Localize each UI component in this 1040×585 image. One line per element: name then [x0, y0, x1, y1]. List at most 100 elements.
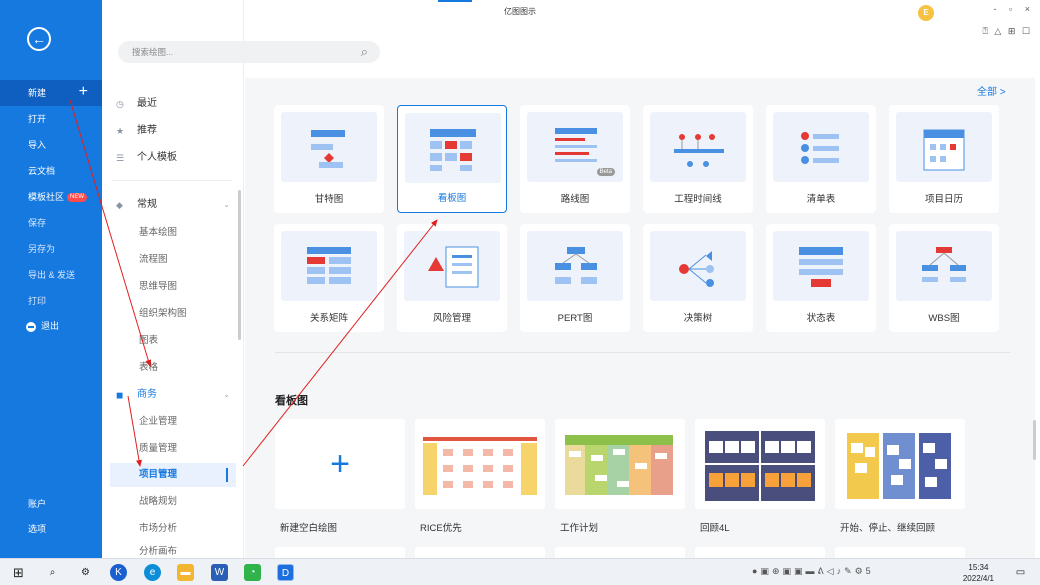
wechat-icon[interactable]: ◔ [244, 564, 261, 581]
menu-print-label: 打印 [28, 296, 47, 306]
template-card[interactable]: Beta 路线图 [520, 105, 630, 213]
template-thumb [650, 112, 746, 182]
rice-card[interactable] [415, 419, 545, 509]
template-card[interactable]: 状态表 [766, 224, 876, 332]
nav-item-canvas[interactable]: 分析画布 [102, 544, 244, 558]
nav-item-project-management[interactable]: 项目管理 [110, 463, 236, 487]
search-input[interactable]: 搜索绘图... ⌕ [118, 41, 380, 63]
menu-open[interactable]: 打开 [0, 106, 102, 132]
search-icon[interactable]: ⌕ [44, 564, 61, 581]
edraw-app-icon[interactable]: D [277, 564, 294, 581]
search-icon[interactable]: ⌕ [361, 41, 368, 63]
nav-business-label: 商务 [137, 389, 157, 400]
nav-item-table[interactable]: 表格 [102, 356, 244, 380]
template-label: 项目日历 [924, 194, 963, 205]
minimize-icon[interactable]: - [994, 4, 997, 14]
new-badge: NEW [67, 193, 88, 203]
nav-item-mindmap[interactable]: 思维导图 [102, 275, 244, 299]
work-plan-card[interactable] [555, 419, 685, 509]
template-card[interactable]: 风险管理 [397, 224, 507, 332]
clock-icon: ◷ [116, 99, 124, 109]
template-card[interactable]: 项目日历 [889, 105, 999, 213]
card-label: 开始、停止、继续回顾 [840, 523, 936, 534]
template-card[interactable]: PERT图 [520, 224, 630, 332]
nav-divider [112, 180, 232, 181]
settings-gear-icon[interactable]: ⚙ [77, 564, 94, 581]
menu-import-label: 导入 [28, 140, 47, 150]
nav-item-orgchart[interactable]: 组织架构图 [102, 302, 244, 326]
title-tab-indicator [438, 0, 472, 2]
template-label: 工程时间线 [674, 194, 722, 205]
nav-item-chart[interactable]: 图表 [102, 329, 244, 353]
card-label: 工作计划 [560, 523, 599, 534]
all-link[interactable]: 全部 > [977, 83, 1006, 98]
menu-export-send[interactable]: 导出 & 发送 [0, 262, 102, 288]
shirt-icon[interactable]: ☐ [1022, 26, 1030, 36]
retro-4l-card[interactable] [695, 419, 825, 509]
exit-icon [26, 321, 36, 332]
menu-save[interactable]: 保存 [0, 210, 102, 236]
bell-icon[interactable]: △ [994, 26, 1001, 36]
template-thumb [896, 112, 992, 182]
nav-item-flowchart[interactable]: 流程图 [102, 248, 244, 272]
plus-icon: + [330, 444, 350, 483]
template-card[interactable]: 关系矩阵 [274, 224, 384, 332]
menu-exit[interactable]: 退出 [0, 313, 102, 339]
system-tray[interactable]: ●▣⊕▣▣▬ᕕ◁♪✎⚙5 [752, 566, 874, 577]
menu-template-community[interactable]: 模板社区 NEW [0, 184, 102, 210]
window-controls[interactable]: - ▫ × [994, 4, 1031, 14]
clock[interactable]: 15:34 2022/4/1 [963, 562, 994, 584]
user-avatar[interactable]: E [918, 5, 934, 21]
clock-date: 2022/4/1 [962, 574, 994, 583]
beta-badge: Beta [596, 168, 615, 176]
menu-print[interactable]: 打印 [0, 288, 102, 314]
apps-icon[interactable]: ⊞ [1008, 26, 1016, 36]
nav-item-basic[interactable]: 基本绘图 [102, 221, 244, 245]
notification-icon[interactable]: ▭ [1012, 564, 1029, 581]
word-icon[interactable]: W [211, 564, 228, 581]
menu-import[interactable]: 导入 [0, 132, 102, 158]
menu-save-as[interactable]: 另存为 [0, 236, 102, 262]
template-label: 关系矩阵 [309, 313, 348, 324]
windows-taskbar: ⊞ ⌕ ⚙ K e ▬ W ◔ D ●▣⊕▣▣▬ᕕ◁♪✎⚙5 15:34 2022… [0, 558, 1040, 585]
nav-recommend[interactable]: ★ 推荐 [102, 119, 244, 143]
nav-item-label: 企业管理 [139, 416, 178, 427]
nav-recent[interactable]: ◷ 最近 [102, 92, 244, 116]
work-plan-thumb [565, 435, 673, 495]
nav-item-enterprise[interactable]: 企业管理 [102, 410, 244, 434]
nav-personal-templates[interactable]: ☰ 个人模板 [102, 146, 244, 170]
nav-item-quality[interactable]: 质量管理 [102, 437, 244, 461]
content-scrollbar[interactable] [1033, 420, 1036, 460]
menu-options[interactable]: 选项 [0, 516, 102, 542]
template-card[interactable]: 工程时间线 [643, 105, 753, 213]
template-card[interactable]: 看板图 [397, 105, 507, 213]
help-icon[interactable]: ⍰ [983, 26, 988, 36]
nav-item-strategy[interactable]: 战略规划 [102, 490, 244, 514]
menu-account[interactable]: 账户 [0, 491, 102, 517]
menu-options-label: 选项 [28, 524, 47, 534]
restore-icon[interactable]: ▫ [1009, 4, 1012, 14]
close-icon[interactable]: × [1025, 4, 1030, 14]
template-card[interactable]: 清单表 [766, 105, 876, 213]
windows-start-icon[interactable]: ⊞ [10, 564, 27, 581]
menu-new[interactable]: 新建 + [0, 80, 102, 106]
menu-cloud-docs[interactable]: 云文档 [0, 158, 102, 184]
menu-save-label: 保存 [28, 218, 47, 228]
back-arrow-icon[interactable]: ← [27, 27, 51, 51]
diamond-icon: ◆ [116, 200, 123, 210]
plus-icon[interactable]: + [79, 79, 88, 105]
app-k-icon[interactable]: K [110, 564, 127, 581]
panel-scrollbar[interactable] [238, 190, 241, 340]
start-stop-continue-card[interactable] [835, 419, 965, 509]
file-explorer-icon[interactable]: ▬ [177, 564, 194, 581]
nav-item-market[interactable]: 市场分析 [102, 517, 244, 541]
template-thumb [405, 113, 501, 183]
template-card[interactable]: WBS图 [889, 224, 999, 332]
new-blank-card[interactable]: + [275, 419, 405, 509]
nav-category-general[interactable]: ◆ 常规 ⌄ [102, 193, 244, 217]
template-card[interactable]: 甘特图 [274, 105, 384, 213]
edge-browser-icon[interactable]: e [144, 564, 161, 581]
nav-category-business[interactable]: ◼ 商务 ⌄ [102, 383, 244, 407]
nav-item-label: 图表 [139, 335, 159, 346]
template-card[interactable]: 决策树 [643, 224, 753, 332]
